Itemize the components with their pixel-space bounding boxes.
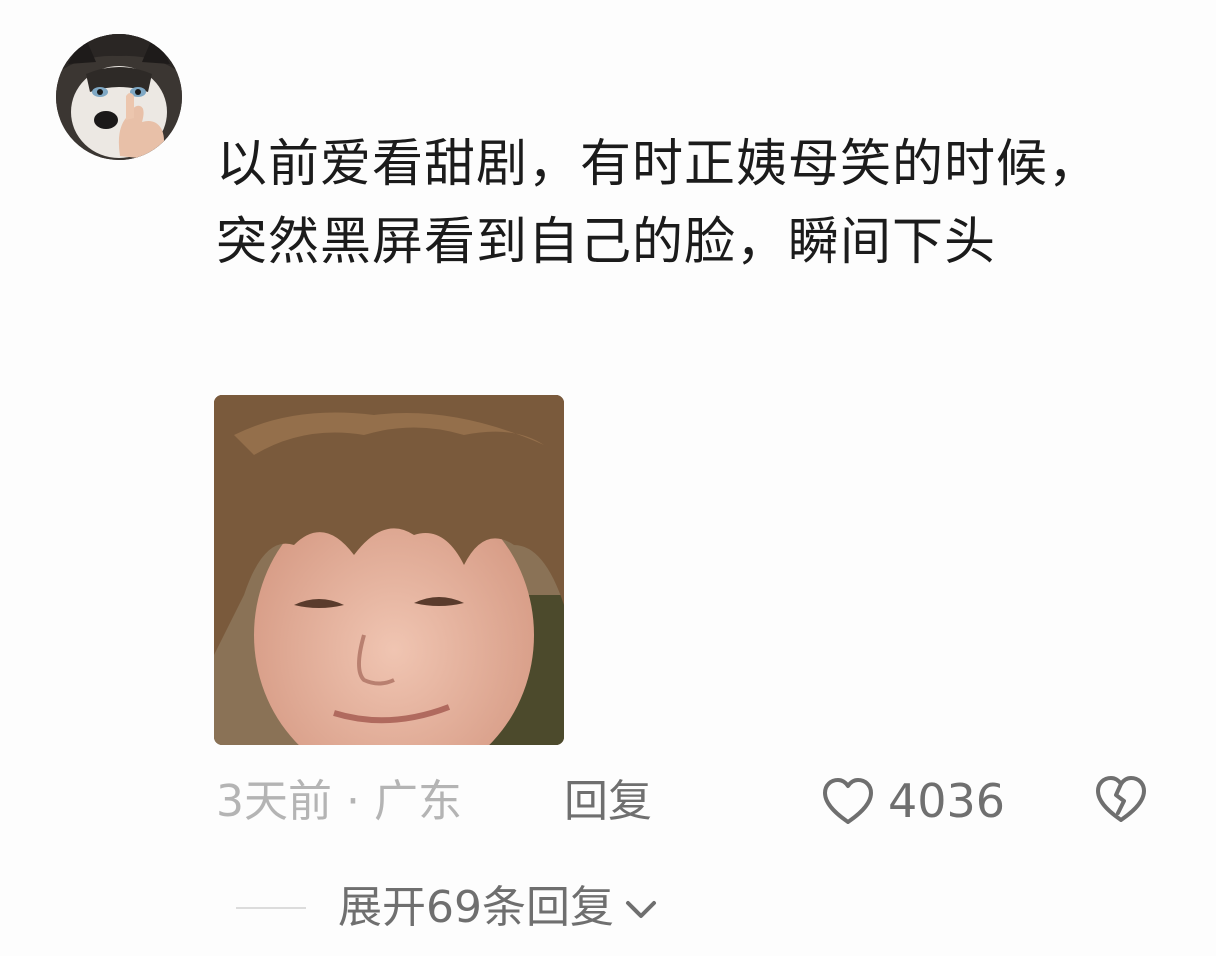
- like-button[interactable]: 4036: [820, 770, 1005, 832]
- chevron-down-icon: [626, 901, 656, 918]
- like-count: 4036: [888, 774, 1006, 828]
- boy-face-meme-icon: [214, 395, 564, 745]
- broken-heart-icon: [1096, 776, 1146, 822]
- comment-time-location: 3天前 · 广东: [216, 776, 462, 827]
- expand-replies-button[interactable]: 展开69条回复: [236, 878, 660, 938]
- comment-image[interactable]: [214, 395, 564, 745]
- divider-line: [236, 907, 306, 909]
- husky-avatar-icon: [56, 34, 182, 160]
- dislike-button[interactable]: [1093, 773, 1149, 825]
- reply-button[interactable]: 回复: [564, 772, 652, 832]
- comment-text: 以前爱看甜剧，有时正姨母笑的时候，突然黑屏看到自己的脸，瞬间下头: [216, 135, 1101, 272]
- avatar[interactable]: [56, 34, 182, 160]
- expand-replies-label: 展开69条回复: [338, 882, 614, 933]
- heart-outline-icon: [823, 778, 873, 824]
